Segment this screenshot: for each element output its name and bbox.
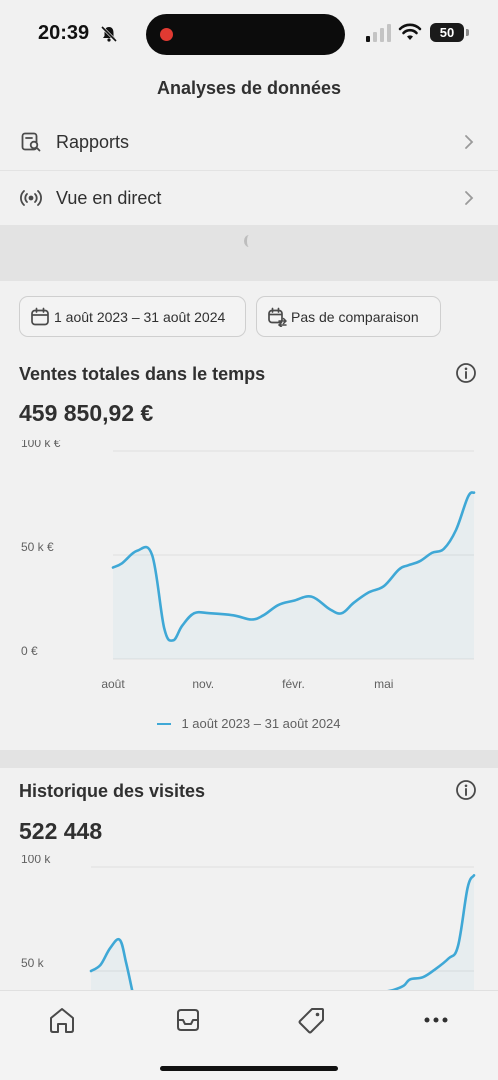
chart-legend: 1 août 2023 – 31 août 2024: [0, 716, 498, 731]
y-tick-label: 50 k: [21, 956, 45, 970]
legend-swatch: [157, 722, 172, 725]
home-indicator: [160, 1066, 338, 1071]
tag-icon[interactable]: [297, 1005, 327, 1035]
comparison-button[interactable]: Pas de comparaison: [256, 296, 441, 337]
sales-card-title: Ventes totales dans le temps: [19, 364, 266, 384]
wifi-icon: [398, 23, 422, 40]
visits-chart: 100 k 50 k: [21, 855, 476, 990]
menu-item-label: Rapports: [56, 131, 130, 152]
y-tick-label: 100 k: [21, 855, 51, 866]
bell-muted-icon: [100, 25, 118, 43]
recording-indicator-icon: [160, 28, 173, 41]
more-icon[interactable]: [421, 1005, 451, 1035]
menu-item-rapports[interactable]: Rapports: [0, 114, 498, 170]
calendar-icon: [31, 307, 49, 325]
status-bar: 20:39 50: [0, 0, 498, 66]
x-tick-label: nov.: [192, 677, 214, 691]
loading-banner: [0, 225, 498, 281]
battery-level: 50: [439, 25, 455, 40]
cellular-signal-icon: [366, 24, 391, 42]
menu-item-label: Vue en direct: [56, 187, 162, 208]
calendar-compare-icon: [268, 307, 287, 327]
live-broadcast-icon: [20, 190, 42, 206]
battery-tip: [466, 29, 469, 36]
x-tick-label: mai: [374, 677, 393, 691]
info-icon[interactable]: [455, 362, 477, 384]
comparison-label: Pas de comparaison: [291, 308, 419, 325]
chevron-right-icon: [465, 135, 474, 149]
x-tick-label: févr.: [282, 677, 305, 691]
chevron-right-icon: [465, 191, 474, 205]
report-search-icon: [21, 132, 41, 152]
inbox-icon[interactable]: [173, 1005, 203, 1035]
legend-label: 1 août 2023 – 31 août 2024: [181, 716, 341, 731]
visits-card-title: Historique des visites: [19, 781, 206, 801]
section-divider: [0, 750, 498, 768]
home-icon[interactable]: [47, 1005, 77, 1035]
info-icon[interactable]: [455, 779, 477, 801]
y-tick-label: 100 k €: [21, 440, 61, 450]
loading-spinner-icon: [244, 235, 254, 247]
visits-total-value: 522 448: [19, 818, 103, 844]
menu-item-vue-en-direct[interactable]: Vue en direct: [0, 170, 498, 226]
sales-chart: 100 k € 50 k € 0 € août nov. févr. mai: [21, 440, 476, 691]
date-range-button[interactable]: 1 août 2023 – 31 août 2024: [19, 296, 246, 337]
y-tick-label: 50 k €: [21, 540, 54, 554]
y-tick-label: 0 €: [21, 644, 38, 658]
dynamic-island: [146, 14, 345, 55]
status-time: 20:39: [38, 22, 90, 44]
battery-icon: 50: [430, 23, 464, 42]
date-range-label: 1 août 2023 – 31 août 2024: [54, 308, 226, 325]
page-title: Analyses de données: [156, 78, 342, 98]
sales-total-value: 459 850,92 €: [19, 400, 154, 426]
x-tick-label: août: [101, 677, 125, 691]
